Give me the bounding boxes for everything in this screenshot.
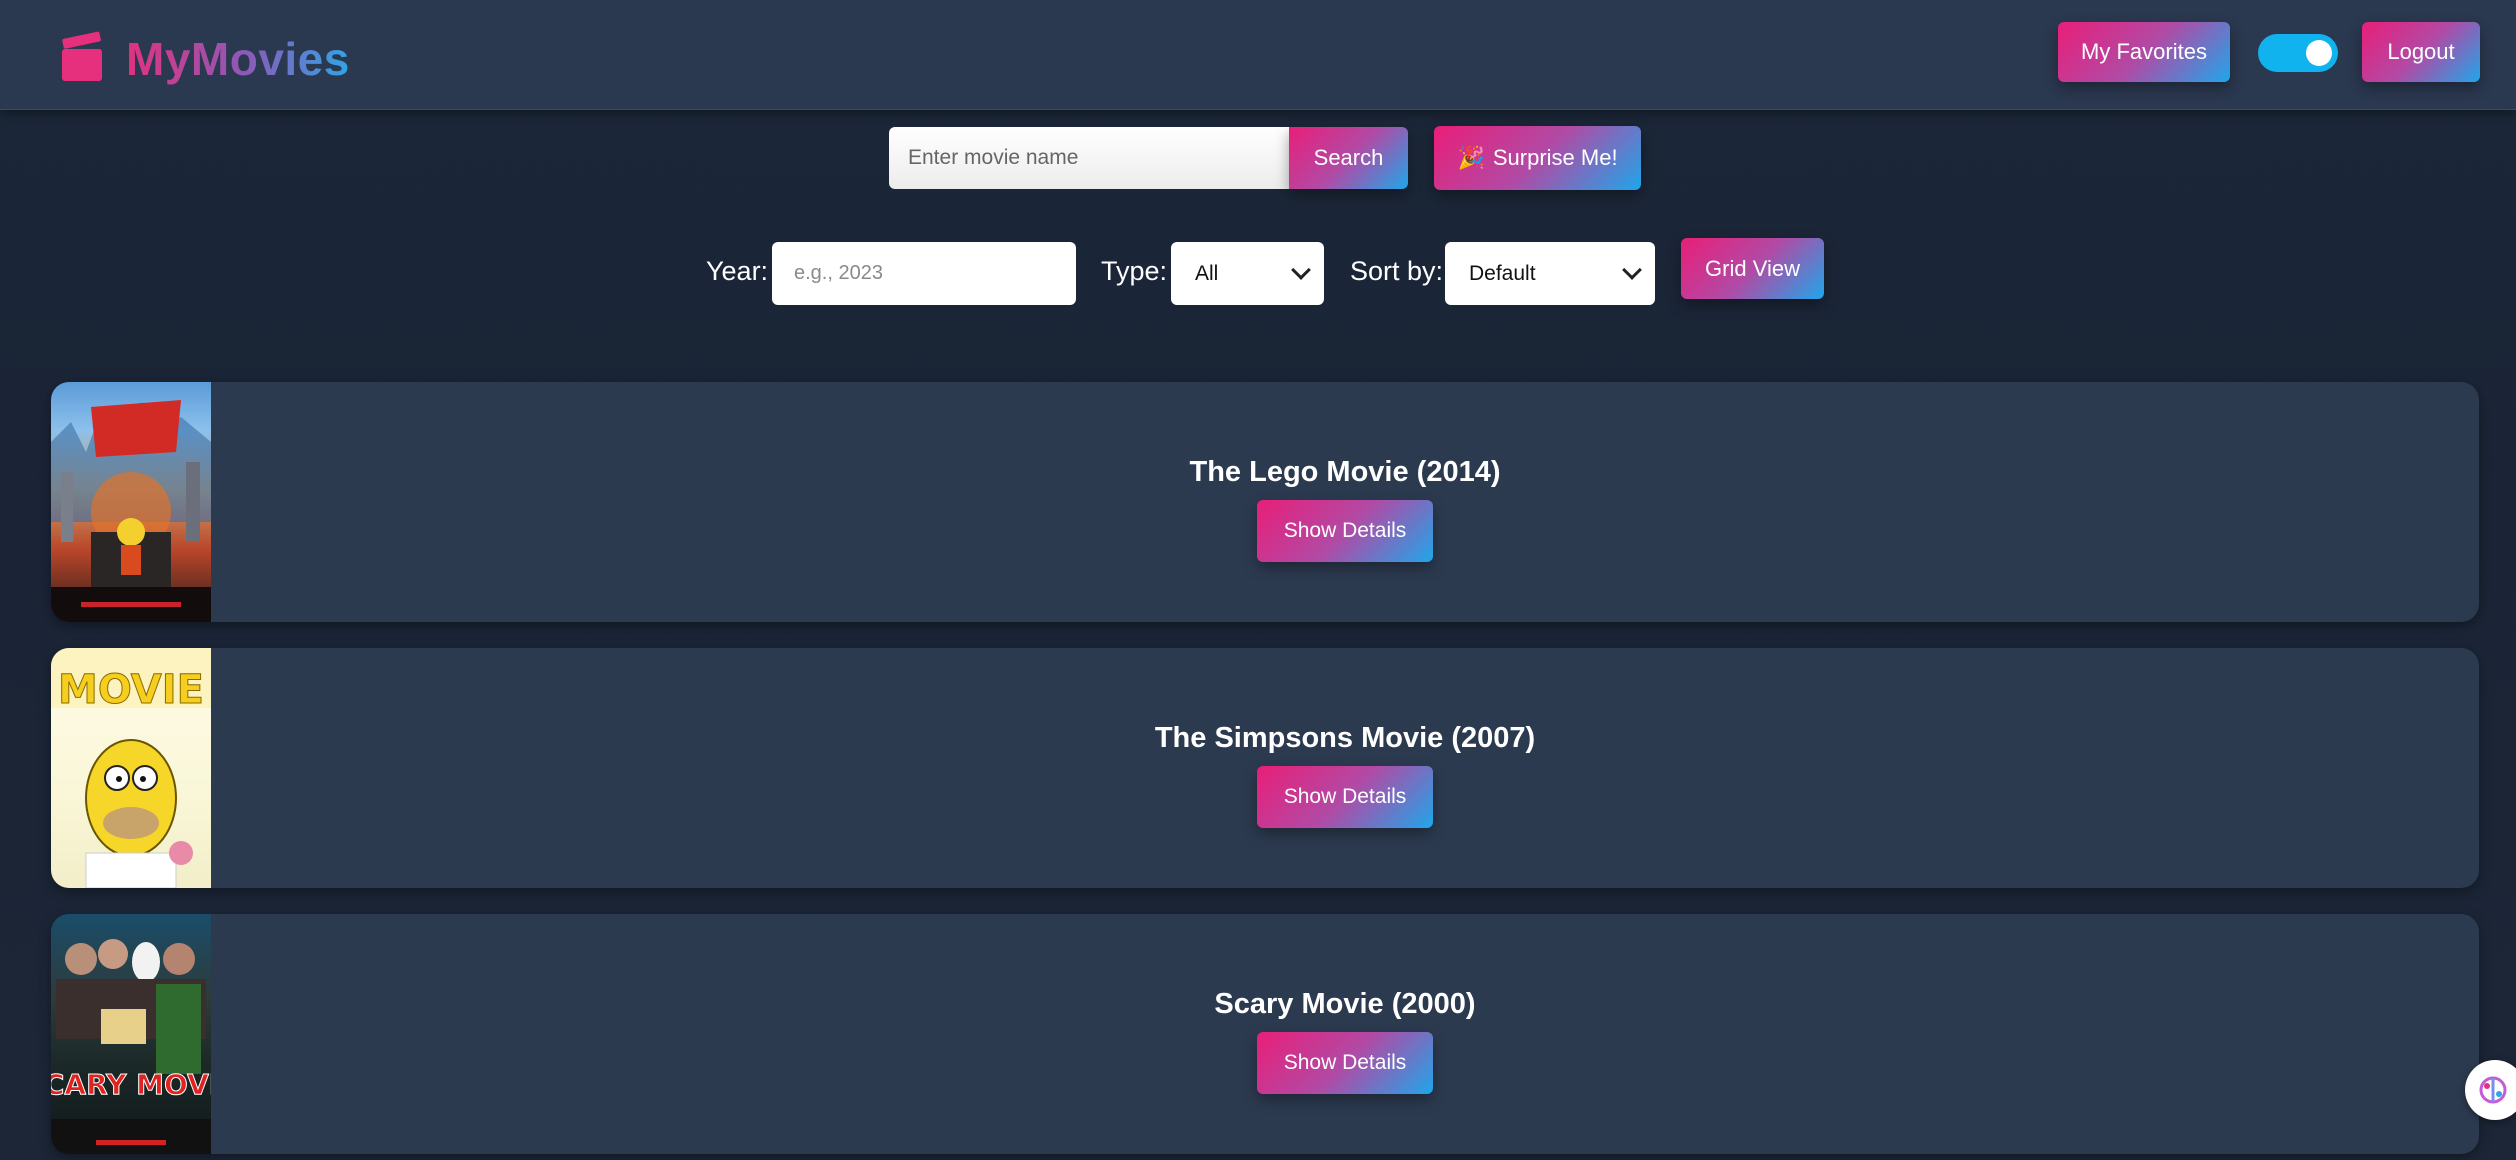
- movie-poster[interactable]: [51, 382, 211, 622]
- search-input[interactable]: [889, 127, 1289, 189]
- sort-label: Sort by:: [1350, 256, 1444, 286]
- assistant-chat-button[interactable]: [2465, 1060, 2516, 1120]
- theme-toggle[interactable]: [2258, 34, 2338, 72]
- type-select-value: All: [1195, 261, 1219, 285]
- show-details-button[interactable]: Show Details: [1257, 766, 1433, 828]
- clapperboard-icon: [61, 31, 104, 81]
- search-button[interactable]: Search: [1289, 127, 1408, 189]
- brain-icon: [2479, 1076, 2507, 1104]
- lego-poster-art: [51, 400, 211, 622]
- movie-title: Scary Movie (2000): [1214, 988, 1476, 1020]
- simpsons-poster-art: MOVIE: [51, 648, 211, 888]
- sort-select[interactable]: Default: [1445, 242, 1655, 305]
- movie-title: The Simpsons Movie (2007): [1154, 722, 1536, 754]
- logo-text: MyMovies: [126, 33, 350, 85]
- surprise-me-button[interactable]: 🎉 Surprise Me!: [1434, 126, 1641, 190]
- scary-movie-poster-art: SCARY MOVIE: [51, 939, 211, 1154]
- movie-title: The Lego Movie (2014): [1189, 456, 1501, 488]
- movie-poster[interactable]: MOVIE: [51, 648, 211, 888]
- type-select[interactable]: All: [1171, 242, 1324, 305]
- my-favorites-button[interactable]: My Favorites: [2058, 22, 2230, 82]
- toggle-knob: [2306, 40, 2332, 66]
- grid-view-button[interactable]: Grid View: [1681, 238, 1824, 299]
- type-label: Type:: [1101, 256, 1168, 286]
- app-header: MyMovies My Favorites Logout: [0, 0, 2516, 110]
- party-popper-icon: 🎉: [1457, 145, 1485, 170]
- movie-card: SCARY MOVIE Scary Movie (2000) Show Deta…: [51, 914, 2479, 1154]
- show-details-button[interactable]: Show Details: [1257, 1032, 1433, 1094]
- show-details-button[interactable]: Show Details: [1257, 500, 1433, 562]
- movie-poster[interactable]: SCARY MOVIE: [51, 914, 211, 1154]
- chevron-down-icon: [1622, 260, 1642, 280]
- year-label: Year:: [706, 256, 769, 286]
- surprise-me-label: Surprise Me!: [1492, 145, 1618, 170]
- logo[interactable]: MyMovies: [61, 31, 350, 86]
- year-input[interactable]: [772, 242, 1076, 305]
- logout-button[interactable]: Logout: [2362, 22, 2480, 82]
- movie-card: MOVIE The Simpsons Movie (2007) Show Det…: [51, 648, 2479, 888]
- movie-card: The Lego Movie (2014) Show Details: [51, 382, 2479, 622]
- svg-text:SCARY MOVIE: SCARY MOVIE: [51, 1068, 211, 1101]
- sort-select-value: Default: [1469, 261, 1536, 285]
- chevron-down-icon: [1291, 260, 1311, 280]
- svg-text:MOVIE: MOVIE: [58, 667, 204, 713]
